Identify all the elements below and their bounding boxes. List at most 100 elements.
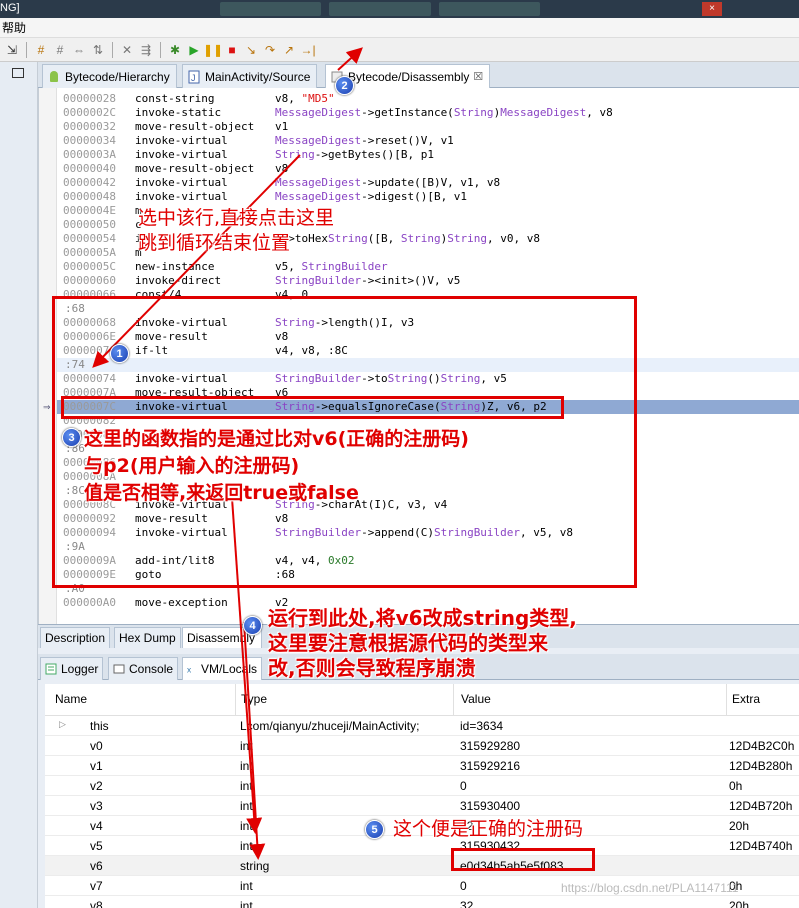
delete-icon[interactable]: ✕	[119, 42, 135, 58]
logger-icon	[45, 663, 57, 675]
annotation-3: 这里的函数指的是通过比对v6(正确的注册码) 与p2(用户输入的注册码) 值是否相等…	[84, 428, 469, 504]
var-name: v6	[90, 859, 103, 873]
split-icon[interactable]: ⇔	[71, 42, 87, 58]
annotation-1: 选中该行,直接点击这里 跳到循环结束位置	[138, 207, 335, 254]
var-value: id=3634	[460, 719, 504, 733]
pause-icon[interactable]: ❚❚	[203, 42, 223, 58]
col-name[interactable]: Name	[55, 692, 87, 706]
close-tab-icon[interactable]: ☒	[473, 66, 483, 88]
code-opcode: move-result-object	[135, 162, 255, 175]
code-args: MessageDigest->update([B)V, v1, v8	[275, 176, 501, 189]
code-address: 00000032	[63, 120, 116, 133]
code-args: v8	[275, 162, 289, 175]
code-opcode: const-string	[135, 92, 215, 105]
java-file-icon: J	[188, 70, 200, 83]
var-name: v3	[90, 799, 103, 813]
breakpoint-arrow-icon: ⇒	[43, 402, 51, 412]
tab-logger[interactable]: Logger	[40, 657, 104, 680]
locals-icon: x	[187, 664, 192, 674]
tab-vm-locals[interactable]: x VM/Locals	[182, 657, 262, 680]
var-extra: 0h	[729, 779, 743, 793]
tab-bytecode-hierarchy[interactable]: Bytecode/Hierarchy	[42, 64, 177, 88]
tab-label: Bytecode/Hierarchy	[65, 69, 170, 84]
code-address: 0000005A	[63, 246, 116, 259]
tab-mainactivity-source[interactable]: J MainActivity/Source	[182, 64, 318, 88]
debug-icon[interactable]: ✱	[167, 42, 183, 58]
app-window: NG] × 帮助 ⇲ # # ⇔ ⇅ ✕ ⇶ ✱ ▶ ❚❚ ■ ↘ ↷ ↗ →|…	[0, 0, 799, 908]
code-opcode: invoke-virtual	[135, 134, 228, 147]
code-opcode: move-result-object	[135, 120, 255, 133]
locals-row[interactable]: v6 string e0d34b5ab5e5f083	[45, 856, 799, 876]
locals-row[interactable]: v0 int 315929280 12D4B2C0h	[45, 736, 799, 756]
var-type: Lcom/qianyu/zhuceji/MainActivity;	[240, 719, 420, 733]
col-value[interactable]: Value	[461, 692, 491, 706]
code-args: MessageDigest->getInstance(String)Messag…	[275, 106, 613, 119]
import-icon[interactable]: ⇲	[4, 42, 20, 58]
step-into-icon[interactable]: ↘	[243, 42, 259, 58]
var-name: v4	[90, 819, 103, 833]
code-opcode: invoke-static	[135, 106, 222, 119]
col-extra[interactable]: Extra	[732, 692, 760, 706]
code-address: 00000048	[63, 190, 116, 203]
code-address: 00000040	[63, 162, 116, 175]
grid-icon[interactable]: #	[33, 42, 49, 58]
var-name: v5	[90, 839, 103, 853]
title-bar: NG] ×	[0, 0, 799, 18]
var-name: v8	[90, 899, 103, 908]
step-out-icon[interactable]: ↗	[281, 42, 297, 58]
svg-text:J: J	[191, 73, 196, 83]
v6-value-highlight	[451, 848, 595, 871]
code-address: 00000060	[63, 274, 116, 287]
var-value: 0	[460, 779, 467, 793]
col-type[interactable]: Type	[241, 692, 267, 706]
code-opcode: invoke-virtual	[135, 190, 228, 203]
locals-row[interactable]: v2 int 0 0h	[45, 776, 799, 796]
refactor-icon[interactable]: ⇶	[138, 42, 154, 58]
step-over-icon[interactable]: ↷	[262, 42, 278, 58]
tab-hex-dump[interactable]: Hex Dump	[114, 627, 181, 649]
left-panel	[0, 62, 38, 908]
code-opcode: new-instance	[135, 260, 215, 273]
var-type: int	[240, 879, 253, 893]
var-value: 32	[460, 899, 474, 908]
stop-icon[interactable]: ■	[224, 42, 240, 58]
editor-tabs: Bytecode/Hierarchy J MainActivity/Source…	[38, 62, 799, 88]
window-title: NG]	[0, 2, 20, 14]
locals-row[interactable]: v3 int 315930400 12D4B720h	[45, 796, 799, 816]
toolbar: ⇲ # # ⇔ ⇅ ✕ ⇶ ✱ ▶ ❚❚ ■ ↘ ↷ ↗ →|	[0, 38, 799, 62]
code-opcode: move-exception	[135, 596, 228, 609]
var-name: this	[90, 719, 109, 733]
tab-label: Logger	[61, 661, 99, 676]
expand-icon[interactable]: ▷	[59, 719, 66, 730]
locals-row[interactable]: v1 int 315929216 12D4B280h	[45, 756, 799, 776]
run-to-line-icon[interactable]: →|	[300, 42, 316, 58]
step-4-badge: 4	[243, 616, 262, 635]
code-opcode: invoke-direct	[135, 274, 222, 287]
locals-row[interactable]: v8 int 32 20h	[45, 896, 799, 908]
run-icon[interactable]: ▶	[186, 42, 202, 58]
tab-label: Bytecode/Disassembly	[348, 69, 470, 84]
var-value: 0	[460, 879, 467, 893]
code-address: 0000005C	[63, 260, 116, 273]
var-name: v1	[90, 759, 103, 773]
code-opcode: invoke-virtual	[135, 148, 228, 161]
var-type: string	[240, 859, 270, 873]
code-address: 0000002C	[63, 106, 116, 119]
var-name: v0	[90, 739, 103, 753]
minimize-icon[interactable]	[12, 68, 24, 78]
merge-icon[interactable]: ⇅	[90, 42, 106, 58]
tab-console[interactable]: Console	[108, 657, 179, 680]
tab-description[interactable]: Description	[40, 627, 111, 649]
var-name: v2	[90, 779, 103, 793]
menu-help[interactable]: 帮助	[2, 21, 26, 35]
code-address: 00000054	[63, 232, 116, 245]
annotation-4: 运行到此处,将v6改成string类型, 这里要注意根据源代码的类型来 改,否则会导…	[268, 606, 577, 680]
equals-line-highlight-box	[61, 396, 564, 419]
var-type: int	[240, 839, 253, 853]
tab-label: Console	[129, 661, 174, 676]
grid2-icon[interactable]: #	[52, 42, 68, 58]
code-address: 00000028	[63, 92, 116, 105]
locals-row[interactable]: ▷ this Lcom/qianyu/zhuceji/MainActivity; id…	[45, 716, 799, 736]
close-icon[interactable]: ×	[702, 2, 722, 16]
tab-label: MainActivity/Source	[205, 69, 311, 84]
